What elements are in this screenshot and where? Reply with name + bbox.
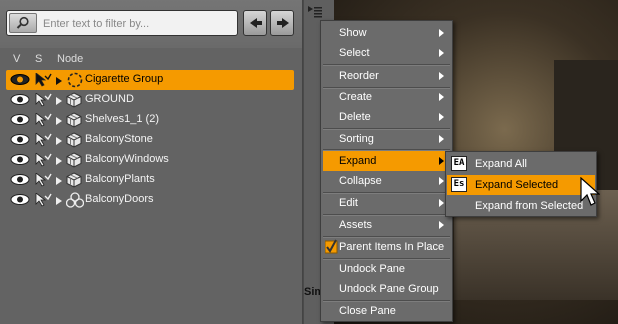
table-row[interactable]: BalconyStone [6, 130, 294, 150]
submenu-arrow-icon [439, 49, 444, 57]
node-label: Cigarette Group [85, 73, 164, 85]
search-icon[interactable] [9, 13, 37, 33]
expand-arrow-icon[interactable] [56, 196, 62, 208]
submenu-arrow-icon [439, 29, 444, 37]
node-label: BalconyPlants [85, 173, 155, 185]
menu-item-expand[interactable]: Expand [323, 151, 450, 171]
expand-submenu: EA Expand All Es Expand Selected Expand … [445, 151, 597, 217]
scene-pane: V S Node Cigarette Group GROUND Shelves1_1… [0, 0, 303, 324]
submenu-item-expand-from-selected[interactable]: Expand from Selected [447, 196, 595, 216]
submenu-arrow-icon [439, 177, 444, 185]
forward-button[interactable] [270, 10, 294, 36]
node-list: Cigarette Group GROUND Shelves1_1 (2) Balco… [6, 70, 296, 210]
expand-arrow-icon[interactable] [56, 136, 62, 148]
submenu-arrow-icon [439, 93, 444, 101]
menu-item-parent-items-in-place[interactable]: Parent Items In Place [323, 237, 450, 257]
pane-menu-icon[interactable] [308, 6, 322, 18]
table-row[interactable]: Shelves1_1 (2) [6, 110, 294, 130]
expand-arrow-icon[interactable] [56, 176, 62, 188]
table-row[interactable]: GROUND [6, 90, 294, 110]
checkmark-icon [325, 239, 338, 254]
expand-all-icon: EA [451, 156, 467, 171]
column-header: V S Node [6, 52, 296, 68]
submenu-arrow-icon [439, 221, 444, 229]
menu-item-show[interactable]: Show [323, 23, 450, 43]
node-label: GROUND [85, 93, 134, 105]
expand-arrow-icon[interactable] [56, 156, 62, 168]
menu-item-undock-pane-group[interactable]: Undock Pane Group [323, 279, 450, 299]
column-node[interactable]: Node [57, 53, 83, 65]
expand-arrow-icon[interactable] [56, 76, 62, 88]
search-box[interactable] [6, 10, 238, 36]
column-selectable[interactable]: S [35, 53, 42, 65]
submenu-arrow-icon [439, 157, 444, 165]
search-input[interactable] [41, 14, 235, 34]
visibility-eye-icon[interactable] [10, 174, 30, 188]
menu-item-assets[interactable]: Assets [323, 215, 450, 235]
menu-item-undock-pane[interactable]: Undock Pane [323, 259, 450, 279]
figure-icon [66, 172, 82, 191]
submenu-arrow-icon [439, 135, 444, 143]
selectable-cursor-icon[interactable] [34, 132, 52, 150]
submenu-arrow-icon [439, 113, 444, 121]
context-menu: Show Select Reorder Create Delete Sortin… [320, 20, 453, 322]
menu-item-close-pane[interactable]: Close Pane [323, 301, 450, 321]
arrow-left-icon [250, 18, 262, 28]
group-node-icon [65, 192, 85, 211]
selectable-cursor-icon[interactable] [34, 192, 52, 210]
menu-item-collapse[interactable]: Collapse [323, 171, 450, 191]
node-label: BalconyDoors [85, 193, 154, 205]
arrow-right-icon [277, 18, 289, 28]
column-visible[interactable]: V [13, 53, 20, 65]
node-label: BalconyWindows [85, 153, 169, 165]
table-row[interactable]: BalconyPlants [6, 170, 294, 190]
visibility-eye-icon[interactable] [10, 74, 30, 88]
menu-item-create[interactable]: Create [323, 87, 450, 107]
figure-icon [66, 132, 82, 151]
visibility-eye-icon[interactable] [10, 94, 30, 108]
menu-item-delete[interactable]: Delete [323, 107, 450, 127]
node-label: BalconyStone [85, 133, 153, 145]
menu-item-select[interactable]: Select [323, 43, 450, 63]
figure-icon [66, 152, 82, 171]
selectable-cursor-icon[interactable] [34, 152, 52, 170]
submenu-arrow-icon [439, 72, 444, 80]
visibility-eye-icon[interactable] [10, 154, 30, 168]
menu-item-reorder[interactable]: Reorder [323, 66, 450, 86]
node-label: Shelves1_1 (2) [85, 113, 159, 125]
group-icon [66, 72, 84, 91]
selectable-cursor-icon[interactable] [34, 112, 52, 130]
submenu-item-expand-selected[interactable]: Es Expand Selected [447, 175, 595, 195]
mouse-pointer-icon [580, 177, 600, 206]
filter-bar [0, 0, 302, 48]
menu-item-sorting[interactable]: Sorting [323, 129, 450, 149]
expand-arrow-icon[interactable] [56, 116, 62, 128]
visibility-eye-icon[interactable] [10, 134, 30, 148]
table-row[interactable]: BalconyDoors [6, 190, 294, 210]
submenu-item-expand-all[interactable]: EA Expand All [447, 154, 595, 174]
figure-icon [66, 112, 82, 131]
selectable-cursor-icon[interactable] [34, 72, 52, 90]
selectable-cursor-icon[interactable] [34, 172, 52, 190]
table-row[interactable]: BalconyWindows [6, 150, 294, 170]
expand-selected-icon: Es [451, 177, 467, 192]
visibility-eye-icon[interactable] [10, 194, 30, 208]
submenu-arrow-icon [439, 199, 444, 207]
table-row[interactable]: Cigarette Group [6, 70, 294, 90]
expand-arrow-icon[interactable] [56, 96, 62, 108]
selectable-cursor-icon[interactable] [34, 92, 52, 110]
menu-item-edit[interactable]: Edit [323, 193, 450, 213]
back-button[interactable] [243, 10, 267, 36]
figure-icon [66, 92, 82, 111]
visibility-eye-icon[interactable] [10, 114, 30, 128]
